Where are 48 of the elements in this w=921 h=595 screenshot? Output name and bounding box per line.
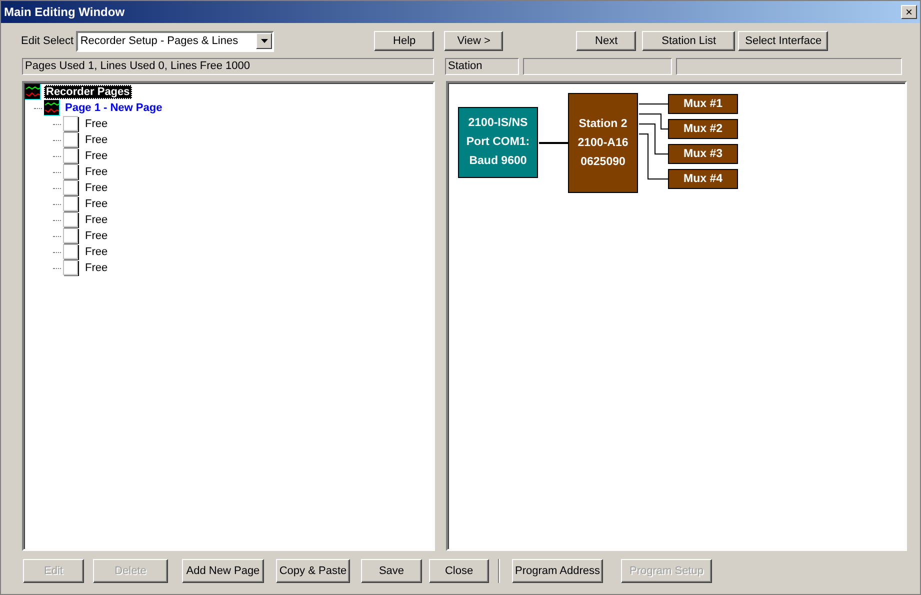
tree-item[interactable]: Free bbox=[83, 213, 110, 227]
blank-page-icon bbox=[63, 116, 79, 132]
tree-item[interactable]: Free bbox=[83, 181, 110, 195]
tree-item[interactable]: Free bbox=[83, 133, 110, 147]
action-button[interactable]: Copy & Paste bbox=[276, 559, 350, 583]
status-text: Pages Used 1, Lines Used 0, Lines Free 1000 bbox=[22, 58, 434, 75]
toolbar-button[interactable]: Select Interface bbox=[738, 31, 828, 51]
blank-page-icon bbox=[63, 228, 79, 244]
tree-item[interactable]: Free bbox=[83, 117, 110, 131]
window-title: Main Editing Window bbox=[4, 4, 125, 21]
toolbar-button[interactable]: Help bbox=[374, 31, 434, 51]
tree-item[interactable]: Free bbox=[83, 245, 110, 259]
chart-icon bbox=[25, 84, 41, 100]
action-button[interactable]: Program Address bbox=[512, 559, 603, 583]
chart-icon bbox=[44, 100, 60, 116]
field-label: Edit Select bbox=[21, 34, 74, 49]
tree-item[interactable]: Page 1 - New Page bbox=[63, 101, 164, 115]
interface-node[interactable]: 2100-IS/NS Port COM1: Baud 9600 bbox=[458, 107, 538, 178]
mux-node[interactable]: Mux #1 bbox=[668, 94, 738, 114]
toolbar-button[interactable]: Station List bbox=[642, 31, 736, 51]
toolbar-button[interactable]: Next bbox=[576, 31, 636, 51]
blank-page-icon bbox=[63, 244, 79, 260]
blank-page-icon bbox=[63, 212, 79, 228]
tree-item[interactable]: Free bbox=[83, 261, 110, 275]
blank-page-icon bbox=[63, 260, 79, 276]
tree-item[interactable]: Recorder Pages bbox=[44, 85, 132, 99]
mux-node[interactable]: Mux #4 bbox=[668, 169, 738, 189]
mux-node[interactable]: Mux #3 bbox=[668, 144, 738, 164]
blank-page-icon bbox=[63, 164, 79, 180]
blank-page-icon bbox=[63, 180, 79, 196]
dropdown-arrow-icon bbox=[260, 39, 268, 43]
blank-page-icon bbox=[63, 148, 79, 164]
connector-line bbox=[539, 142, 569, 144]
station-node[interactable]: Station 2 2100-A16 0625090 bbox=[568, 93, 638, 193]
action-button[interactable]: Close bbox=[429, 559, 489, 583]
action-button[interactable]: Save bbox=[361, 559, 422, 583]
blank-page-icon bbox=[63, 196, 79, 212]
status-text: Station bbox=[445, 58, 519, 75]
tree-item[interactable]: Free bbox=[83, 165, 110, 179]
tree-item[interactable]: Free bbox=[83, 229, 110, 243]
action-button[interactable]: Add New Page bbox=[182, 559, 264, 583]
edit-select-dropdown[interactable]: Recorder Setup - Pages & Lines bbox=[76, 30, 274, 52]
tree-item[interactable]: Free bbox=[83, 149, 110, 163]
blank-page-icon bbox=[63, 132, 79, 148]
close-button[interactable]: × bbox=[901, 5, 917, 19]
tree-item[interactable]: Free bbox=[83, 197, 110, 211]
mux-node[interactable]: Mux #2 bbox=[668, 119, 738, 139]
toolbar-button[interactable]: View > bbox=[444, 31, 504, 51]
